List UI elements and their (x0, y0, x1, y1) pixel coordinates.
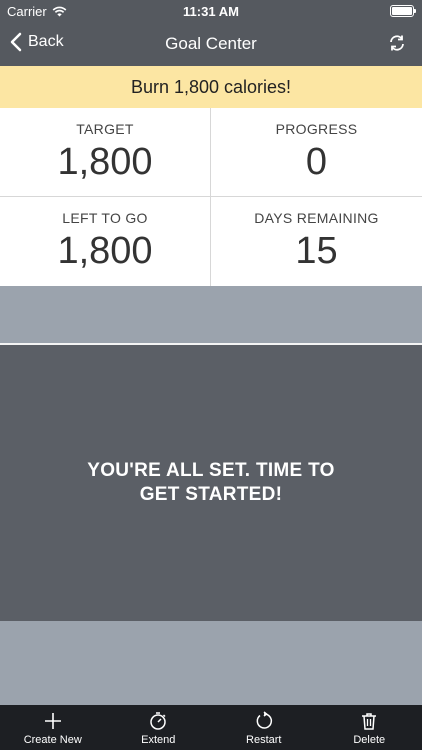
plus-icon (44, 713, 61, 729)
stats-grid: TARGET 1,800 PROGRESS 0 LEFT TO GO 1,800… (0, 108, 422, 286)
status-bar: Carrier 11:31 AM (0, 0, 422, 22)
refresh-button[interactable] (388, 34, 408, 54)
extend-button[interactable]: Extend (106, 705, 212, 750)
stat-progress-label: PROGRESS (275, 121, 358, 137)
stat-target: TARGET 1,800 (0, 108, 211, 197)
stat-progress: PROGRESS 0 (211, 108, 422, 197)
restart-label: Restart (246, 734, 282, 746)
delete-label: Delete (353, 734, 386, 746)
bottom-band (0, 621, 422, 705)
battery-icon (390, 5, 416, 17)
navigation-bar: Back Goal Center (0, 22, 422, 66)
create-new-button[interactable]: Create New (0, 705, 106, 750)
restart-button[interactable]: Restart (211, 705, 317, 750)
goal-banner: Burn 1,800 calories! (0, 66, 422, 108)
stat-left-to-go: LEFT TO GO 1,800 (0, 197, 211, 286)
stat-days-label: DAYS REMAINING (254, 210, 379, 226)
trash-icon (362, 713, 377, 730)
stat-days-remaining: DAYS REMAINING 15 (211, 197, 422, 286)
status-message: YOU'RE ALL SET. TIME TO GET STARTED! (87, 460, 335, 505)
top-band (0, 286, 422, 343)
stat-target-value: 1,800 (57, 141, 153, 183)
delete-button[interactable]: Delete (317, 705, 422, 750)
page-title: Goal Center (165, 34, 257, 53)
stat-left-label: LEFT TO GO (62, 210, 148, 226)
restart-icon (256, 711, 272, 729)
stat-days-value: 15 (295, 230, 338, 272)
bottom-toolbar: Create New Extend Restart Delete (0, 705, 422, 750)
stat-progress-value: 0 (305, 141, 328, 183)
status-time: 11:31 AM (183, 4, 239, 19)
extend-label: Extend (141, 734, 176, 746)
stat-left-value: 1,800 (57, 230, 153, 272)
message-panel: YOU'RE ALL SET. TIME TO GET STARTED! (0, 345, 422, 621)
stat-target-label: TARGET (76, 121, 134, 137)
create-new-label: Create New (23, 734, 82, 746)
refresh-icon (390, 35, 404, 51)
stopwatch-icon (150, 712, 166, 730)
